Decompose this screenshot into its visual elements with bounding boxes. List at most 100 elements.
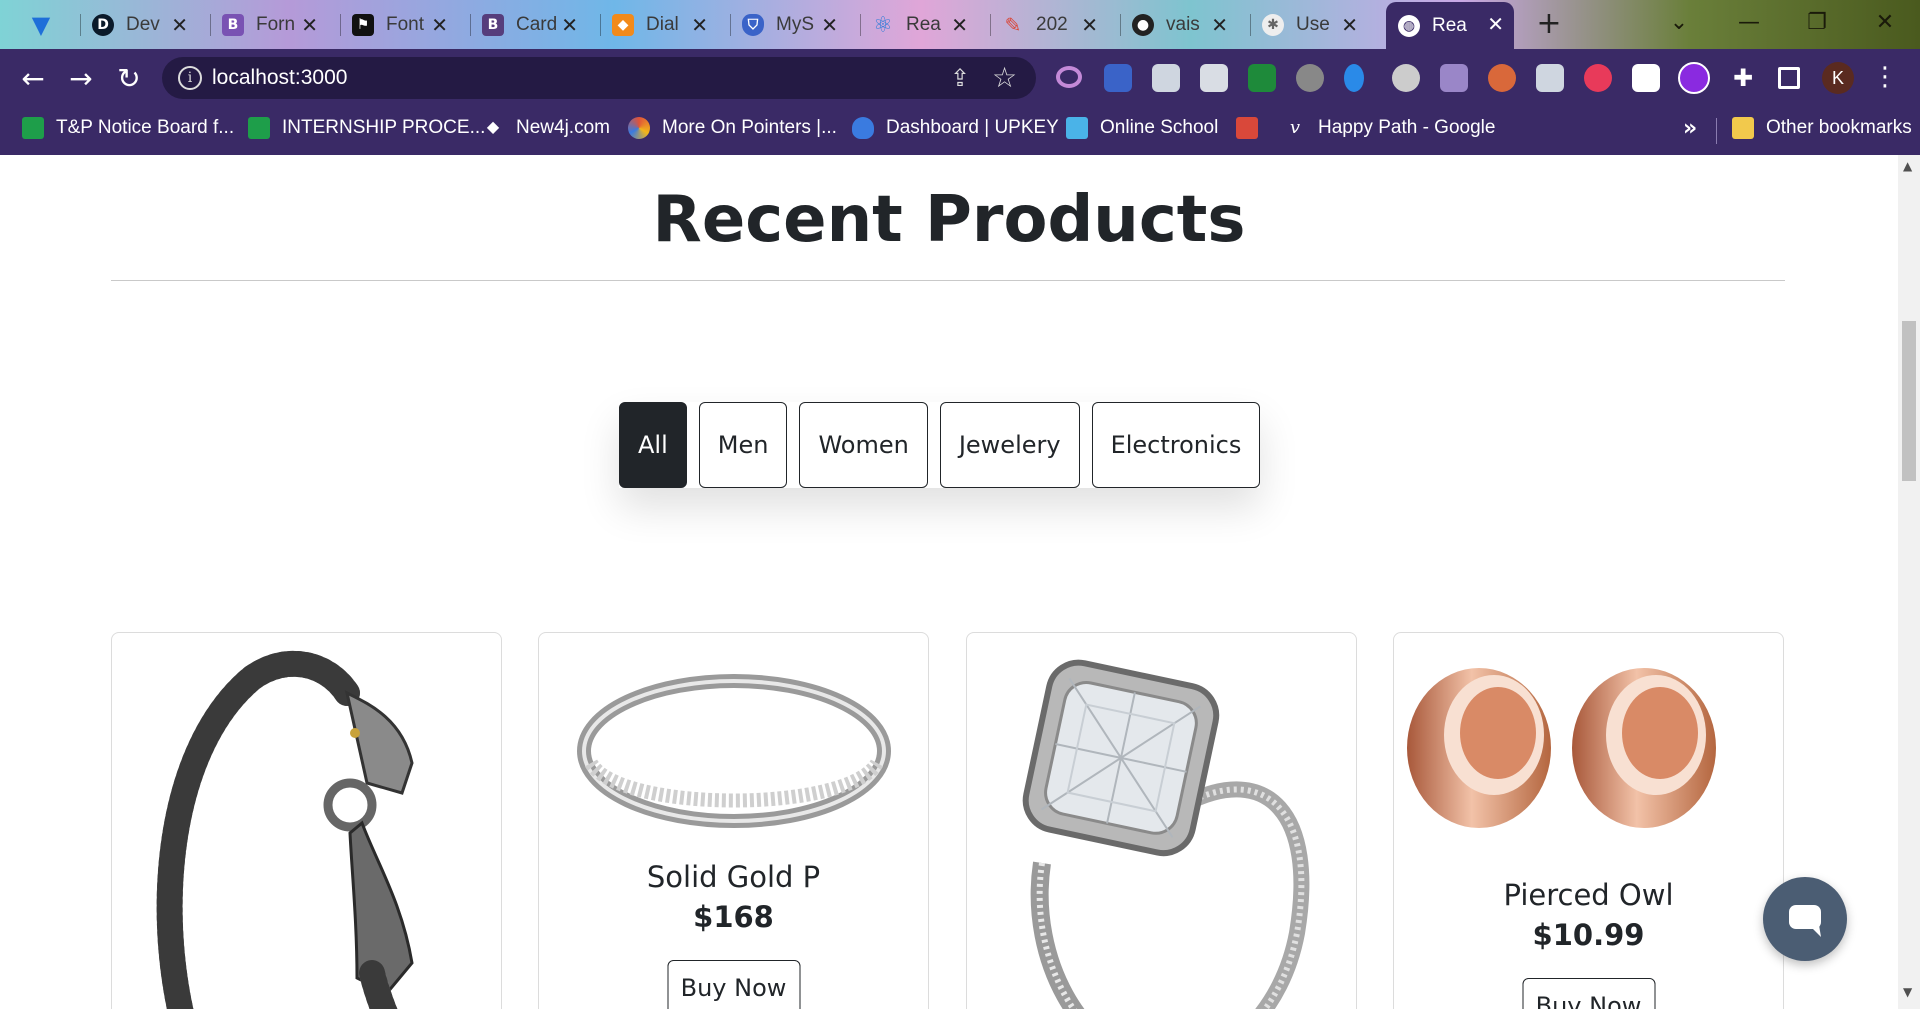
filter-men-button[interactable]: Men	[698, 402, 788, 488]
bookmark-label: New4j.com	[516, 117, 610, 138]
extension-capture-icon[interactable]	[1104, 64, 1132, 92]
close-tab-icon[interactable]: ✕	[691, 13, 708, 37]
bootstrap-b-icon: B	[222, 14, 244, 36]
tab-title: 202	[1036, 14, 1068, 35]
product-image	[577, 674, 891, 828]
back-icon[interactable]: ←	[16, 61, 50, 95]
gear-icon: ✱	[1262, 14, 1284, 36]
bookmark-item[interactable]: Online School	[1066, 117, 1218, 139]
bookmarks-divider	[1716, 118, 1717, 144]
tab-title: Dev	[126, 14, 160, 35]
product-card	[111, 632, 502, 1009]
tab-react-active[interactable]: ◍ Rea ✕	[1386, 2, 1514, 49]
bookmarks-overflow-button[interactable]: »	[1683, 116, 1697, 141]
buy-now-button[interactable]: Buy Now	[1522, 978, 1655, 1009]
buy-now-button[interactable]: Buy Now	[667, 960, 800, 1009]
other-bookmarks-label: Other bookmarks	[1766, 117, 1912, 138]
bookmark-item[interactable]: ◆ New4j.com	[482, 117, 610, 139]
tab-mys[interactable]: ⛉ MyS ✕	[730, 6, 848, 44]
extension-grammarly-icon[interactable]	[1296, 64, 1324, 92]
shield-icon: ⛉	[742, 14, 764, 36]
bookmark-item[interactable]: INTERNSHIP PROCE...	[248, 117, 485, 139]
close-tab-icon[interactable]: ✕	[431, 13, 448, 37]
scroll-thumb[interactable]	[1902, 321, 1916, 481]
menu-kebab-icon[interactable]: ⋮	[1872, 59, 1898, 95]
dev-d-icon: D	[92, 14, 114, 36]
tab-dev[interactable]: D Dev ✕	[80, 6, 198, 44]
extension-drop-icon[interactable]	[1344, 64, 1364, 92]
close-tab-icon[interactable]: ✕	[1341, 13, 1358, 37]
filter-all-button[interactable]: All	[619, 402, 687, 488]
product-image	[1407, 668, 1716, 828]
extension-w-icon[interactable]	[1632, 64, 1660, 92]
browser-toolbar: ← → ↻ i localhost:3000 ⇪ ☆ ✚ K ⋮	[0, 49, 1920, 106]
bookmark-item[interactable]: More On Pointers |...	[628, 117, 837, 139]
minimize-icon[interactable]: —	[1714, 0, 1784, 44]
bookmark-item[interactable]: v Happy Path - Google	[1284, 117, 1496, 139]
tab-202[interactable]: ✎ 202 ✕	[990, 6, 1108, 44]
tab-forms[interactable]: B Forn ✕	[210, 6, 328, 44]
tab-title: Forn	[256, 14, 296, 35]
bookmark-label: INTERNSHIP PROCE...	[282, 117, 486, 138]
close-tab-icon[interactable]: ✕	[301, 13, 318, 37]
chat-bubble-button[interactable]	[1763, 877, 1847, 961]
filter-jewelery-button[interactable]: Jewelery	[939, 402, 1080, 488]
side-panel-icon[interactable]	[1778, 67, 1800, 89]
other-bookmarks-folder[interactable]: Other bookmarks	[1732, 117, 1912, 139]
extension-cog-icon[interactable]	[1488, 64, 1516, 92]
scroll-down-arrow-icon[interactable]: ▼	[1903, 985, 1912, 999]
tab-dialog[interactable]: ◆ Dial ✕	[600, 6, 718, 44]
bookmark-star-icon[interactable]: ☆	[992, 61, 1017, 94]
tab-cards[interactable]: B Card ✕	[470, 6, 588, 44]
tab-react[interactable]: ⚛ Rea ✕	[860, 6, 978, 44]
address-bar[interactable]: i localhost:3000 ⇪ ☆	[162, 57, 1036, 99]
site-info-icon[interactable]: i	[178, 66, 202, 90]
bookmark-item[interactable]: T&P Notice Board f...	[22, 117, 234, 139]
close-tab-icon[interactable]: ✕	[1211, 13, 1228, 37]
filter-electronics-button[interactable]: Electronics	[1091, 402, 1261, 488]
close-tab-icon[interactable]: ✕	[1081, 13, 1098, 37]
tab-title: MyS	[776, 14, 814, 35]
page-scrollbar[interactable]: ▲ ▼	[1898, 155, 1920, 1009]
extension-t-icon[interactable]	[1584, 64, 1612, 92]
close-tab-icon[interactable]: ✕	[1487, 12, 1504, 36]
sheets-icon	[22, 117, 44, 139]
bookmark-item[interactable]: Dashboard | UPKEY	[852, 117, 1059, 139]
extension-printer-icon[interactable]	[1200, 64, 1228, 92]
close-tab-icon[interactable]: ✕	[951, 13, 968, 37]
scroll-up-arrow-icon[interactable]: ▲	[1903, 159, 1912, 173]
close-window-icon[interactable]: ✕	[1850, 0, 1920, 44]
tab-user[interactable]: ✱ Use ✕	[1250, 6, 1368, 44]
extension-image-icon[interactable]	[1152, 64, 1180, 92]
product-card: Solid Gold P $168 Buy Now	[538, 632, 929, 1009]
close-tab-icon[interactable]: ✕	[171, 13, 188, 37]
cube-icon	[1066, 117, 1088, 139]
tab-title: Rea	[906, 14, 941, 35]
profile-avatar[interactable]: K	[1822, 62, 1854, 94]
bookmark-item[interactable]	[1236, 117, 1258, 139]
share-icon[interactable]: ⇪	[950, 64, 970, 92]
page-title: Recent Products	[652, 183, 1246, 257]
restore-icon[interactable]: ❐	[1782, 0, 1852, 44]
tab-search-icon[interactable]: ⌄	[1644, 0, 1714, 44]
extension-android-icon[interactable]	[1248, 64, 1276, 92]
tab-github[interactable]: ● vais ✕	[1120, 6, 1238, 44]
tab-title: Card	[516, 14, 556, 35]
folder-icon	[1732, 117, 1754, 139]
flag-icon: ⚑	[352, 14, 374, 36]
extension-gear-icon[interactable]	[1392, 64, 1420, 92]
extension-wondershare-icon[interactable]	[1678, 62, 1710, 94]
extension-calendar-icon[interactable]	[1536, 64, 1564, 92]
filter-women-button[interactable]: Women	[799, 402, 928, 488]
reload-icon[interactable]: ↻	[112, 61, 146, 95]
close-tab-icon[interactable]: ✕	[561, 13, 578, 37]
tab-font[interactable]: ⚑ Font ✕	[340, 6, 458, 44]
close-tab-icon[interactable]: ✕	[821, 13, 838, 37]
extensions-puzzle-icon[interactable]: ✚	[1726, 61, 1760, 95]
extension-ring-icon[interactable]	[1056, 66, 1082, 88]
forward-icon[interactable]: →	[64, 61, 98, 95]
new-tab-button[interactable]: +	[1530, 9, 1568, 41]
tab-vuetify[interactable]: ▼	[18, 6, 78, 44]
extension-octocat-icon[interactable]	[1440, 64, 1468, 92]
react-icon: ⚛	[873, 12, 893, 38]
